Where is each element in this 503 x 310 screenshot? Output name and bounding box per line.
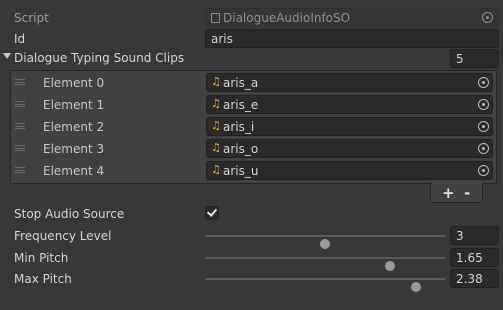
drag-handle-icon[interactable]: [15, 145, 25, 151]
list-item: Element 0 ♫ aris_a: [11, 72, 496, 94]
checkmark-icon: [206, 206, 218, 217]
stop-audio-label: Stop Audio Source: [14, 207, 125, 221]
music-note-icon: ♫: [211, 75, 221, 88]
drag-handle-icon[interactable]: [15, 167, 25, 173]
object-picker-icon[interactable]: [478, 143, 489, 154]
list-box: Element 0 ♫ aris_a Element 1 ♫ aris_e El…: [10, 70, 497, 184]
music-note-icon: ♫: [211, 119, 221, 132]
object-picker-icon[interactable]: [478, 99, 489, 110]
list-item: Element 3 ♫ aris_o: [11, 138, 496, 160]
script-value: DialogueAudioInfoSO: [223, 11, 351, 25]
script-icon: [211, 13, 220, 23]
frequency-label: Frequency Level: [14, 229, 112, 243]
object-picker-icon[interactable]: [478, 121, 489, 132]
min-pitch-slider-track[interactable]: [205, 257, 445, 271]
foldout-arrow-icon[interactable]: [3, 53, 11, 59]
audio-clip-name: aris_a: [223, 76, 259, 90]
add-element-button[interactable]: +: [442, 184, 455, 202]
frequency-input[interactable]: 3: [450, 226, 499, 245]
frequency-row: Frequency Level 3: [0, 226, 503, 249]
stop-audio-row: Stop Audio Source: [0, 204, 503, 224]
list-header[interactable]: Dialogue Typing Sound Clips 5: [0, 48, 503, 68]
script-field: DialogueAudioInfoSO: [205, 8, 499, 27]
element-label: Element 4: [43, 164, 105, 178]
music-note-icon: ♫: [211, 163, 221, 176]
id-row: Id aris: [0, 29, 503, 49]
audio-clip-name: aris_o: [223, 142, 259, 156]
object-picker-icon[interactable]: [478, 165, 489, 176]
audio-clip-field[interactable]: ♫ aris_o: [206, 139, 493, 158]
min-pitch-label: Min Pitch: [14, 251, 69, 265]
object-picker-icon: [482, 12, 493, 23]
script-label: Script: [14, 11, 49, 25]
element-label: Element 1: [43, 98, 105, 112]
audio-clip-name: aris_u: [223, 164, 259, 178]
max-pitch-slider-track[interactable]: [205, 278, 445, 292]
stop-audio-checkbox[interactable]: [205, 206, 219, 220]
drag-handle-icon[interactable]: [15, 101, 25, 107]
element-label: Element 2: [43, 120, 105, 134]
list-footer: + -: [430, 183, 483, 203]
id-input[interactable]: aris: [205, 29, 499, 48]
max-pitch-row: Max Pitch 2.38: [0, 269, 503, 292]
max-pitch-input[interactable]: 2.38: [450, 269, 499, 288]
min-pitch-row: Min Pitch 1.65: [0, 248, 503, 271]
element-label: Element 0: [43, 76, 105, 90]
audio-clip-name: aris_i: [223, 120, 255, 134]
audio-clip-field[interactable]: ♫ aris_e: [206, 95, 493, 114]
id-label: Id: [14, 32, 26, 46]
script-row: Script DialogueAudioInfoSO: [0, 8, 503, 28]
audio-clip-field[interactable]: ♫ aris_i: [206, 117, 493, 136]
max-pitch-label: Max Pitch: [14, 272, 72, 286]
drag-handle-icon[interactable]: [15, 123, 25, 129]
audio-clip-field[interactable]: ♫ aris_a: [206, 73, 493, 92]
object-picker-icon[interactable]: [478, 77, 489, 88]
max-pitch-slider-thumb[interactable]: [411, 282, 422, 292]
audio-clip-name: aris_e: [223, 98, 259, 112]
element-label: Element 3: [43, 142, 105, 156]
list-size-input[interactable]: 5: [450, 49, 499, 68]
list-item: Element 4 ♫ aris_u: [11, 160, 496, 182]
drag-handle-icon[interactable]: [15, 79, 25, 85]
list-label[interactable]: Dialogue Typing Sound Clips: [14, 51, 184, 65]
list-item: Element 1 ♫ aris_e: [11, 94, 496, 116]
frequency-slider-track[interactable]: [205, 235, 445, 249]
music-note-icon: ♫: [211, 97, 221, 110]
list-item: Element 2 ♫ aris_i: [11, 116, 496, 138]
music-note-icon: ♫: [211, 141, 221, 154]
remove-element-button[interactable]: -: [464, 184, 470, 202]
audio-clip-field[interactable]: ♫ aris_u: [206, 161, 493, 180]
min-pitch-input[interactable]: 1.65: [450, 248, 499, 267]
